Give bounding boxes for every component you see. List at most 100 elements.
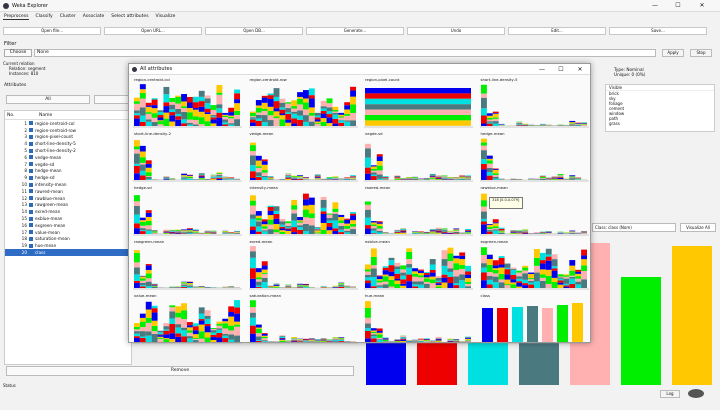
tab-select-attributes[interactable]: Select attributes <box>110 14 149 19</box>
attribute-checkbox[interactable] <box>29 148 33 153</box>
attribute-row[interactable]: 20 class <box>5 249 131 256</box>
histogram-panel[interactable]: class <box>479 293 591 347</box>
histogram-panel[interactable]: exgreen-mean <box>479 239 591 293</box>
attribute-checkbox[interactable] <box>29 182 33 187</box>
all-button[interactable]: All <box>6 95 90 104</box>
histogram-segment <box>331 176 338 178</box>
attribute-row[interactable]: 13 rawgreen-mean <box>5 202 131 209</box>
visualize-all-button[interactable]: Visualize All <box>680 223 716 232</box>
attribute-row[interactable]: 1 region-centroid-col <box>5 120 131 127</box>
attribute-row[interactable]: 17 value-mean <box>5 229 131 236</box>
attribute-checkbox[interactable] <box>29 168 33 173</box>
histogram-segment <box>151 105 158 109</box>
histogram-segment <box>302 90 309 99</box>
undo-button[interactable]: Undo <box>407 27 505 35</box>
attribute-row[interactable]: 9 hedge-sd <box>5 174 131 181</box>
open-db-button[interactable]: Open DB... <box>205 27 303 35</box>
apply-button[interactable]: Apply <box>662 49 684 57</box>
histogram-panel[interactable]: rawblue-mean <box>479 185 591 239</box>
attribute-row[interactable]: 5 short-line-density-2 <box>5 147 131 154</box>
attribute-row[interactable]: 18 saturation-mean <box>5 236 131 243</box>
histogram-panel[interactable]: region-centroid-col <box>132 77 244 131</box>
attribute-row[interactable]: 16 exgreen-mean <box>5 222 131 229</box>
attribute-row[interactable]: 6 vedge-mean <box>5 154 131 161</box>
attribute-row[interactable]: 3 region-pixel-count <box>5 134 131 141</box>
attribute-checkbox[interactable] <box>29 196 33 201</box>
maximize-button[interactable]: ☐ <box>668 0 688 12</box>
histogram-segment <box>441 231 448 233</box>
attribute-row[interactable]: 12 rawblue-mean <box>5 195 131 202</box>
histogram-segment <box>145 179 152 180</box>
filter-field[interactable]: None <box>34 49 656 57</box>
close-button[interactable]: ✕ <box>692 0 712 12</box>
minimize-button[interactable]: — <box>645 0 665 12</box>
histogram-panel[interactable]: exblue-mean <box>363 239 475 293</box>
histogram-panel[interactable]: rawgreen-mean <box>132 239 244 293</box>
histogram-panel[interactable]: region-pixel-count <box>363 77 475 131</box>
tab-associate[interactable]: Associate <box>82 14 106 19</box>
tab-preprocess[interactable]: Preprocess <box>3 14 30 20</box>
tab-classify[interactable]: Classify <box>34 14 53 19</box>
attribute-row[interactable]: 4 short-line-density-5 <box>5 140 131 147</box>
histogram-segment <box>498 228 505 231</box>
attribute-checkbox[interactable] <box>29 216 33 221</box>
attribute-row[interactable]: 14 exred-mean <box>5 208 131 215</box>
histogram-panel[interactable]: hedge-mean <box>479 131 591 185</box>
edit-button[interactable]: Edit... <box>508 27 606 35</box>
histogram-panel[interactable]: saturation-mean <box>248 293 360 347</box>
open-file-button[interactable]: Open file... <box>3 27 101 35</box>
attribute-row[interactable]: 2 region-centroid-row <box>5 127 131 134</box>
attribute-row[interactable]: 8 hedge-mean <box>5 168 131 175</box>
histogram-panel[interactable]: rawred-mean <box>363 185 475 239</box>
histogram-panel[interactable]: short-line-density-2 <box>132 131 244 185</box>
choose-filter-button[interactable]: Choose <box>4 49 32 57</box>
attribute-row[interactable]: 15 exblue-mean <box>5 215 131 222</box>
attribute-checkbox[interactable] <box>29 243 33 248</box>
histogram-panel[interactable]: vegde-sd <box>363 131 475 185</box>
attribute-checkbox[interactable] <box>29 209 33 214</box>
open-url-button[interactable]: Open URL... <box>104 27 202 35</box>
histogram-panel[interactable]: hue-mean <box>363 293 475 347</box>
attribute-checkbox[interactable] <box>29 202 33 207</box>
dialog-maximize-button[interactable]: ☐ <box>552 64 570 75</box>
attribute-checkbox[interactable] <box>29 175 33 180</box>
histogram-segment <box>480 145 487 151</box>
stop-button[interactable]: Stop <box>690 49 712 57</box>
histogram-segment <box>278 336 285 339</box>
log-button[interactable]: Log <box>660 390 680 398</box>
attribute-checkbox[interactable] <box>29 189 33 194</box>
attribute-checkbox[interactable] <box>29 236 33 241</box>
histogram-panel[interactable]: intensity-mean <box>248 185 360 239</box>
histogram-segment <box>175 306 182 313</box>
save-button[interactable]: Save... <box>609 27 707 35</box>
attribute-checkbox[interactable] <box>29 223 33 228</box>
attribute-checkbox[interactable] <box>29 230 33 235</box>
histogram-panel[interactable]: exred-mean <box>248 239 360 293</box>
attribute-checkbox[interactable] <box>29 155 33 160</box>
attribute-row[interactable]: 7 vegde-sd <box>5 161 131 168</box>
attribute-row[interactable]: 19 hue-mean <box>5 242 131 249</box>
attribute-row[interactable]: 10 intensity-mean <box>5 181 131 188</box>
generate-button[interactable]: Generate... <box>306 27 404 35</box>
tab-visualize[interactable]: Visualize <box>155 14 177 19</box>
remove-button[interactable]: Remove <box>6 366 354 376</box>
histogram-panel[interactable]: region-centroid-row <box>248 77 360 131</box>
histogram-panel[interactable]: hedge-sd <box>132 185 244 239</box>
dialog-minimize-button[interactable]: — <box>533 64 551 75</box>
attribute-checkbox[interactable] <box>29 141 33 146</box>
attribute-statistics[interactable]: Visible brick sky foliage cement window path g… <box>605 84 715 132</box>
histogram-panel[interactable]: short-line-density-5 <box>479 77 591 131</box>
tab-cluster[interactable]: Cluster <box>59 14 77 19</box>
attribute-checkbox[interactable] <box>29 134 33 139</box>
attribute-checkbox[interactable] <box>29 128 33 133</box>
attribute-table[interactable]: No. Name 1 region-centroid-col 2 region-cen… <box>4 110 132 365</box>
histogram-panel[interactable]: vedge-mean <box>248 131 360 185</box>
dialog-close-button[interactable]: ✕ <box>571 64 589 75</box>
class-select[interactable]: Class: class (Nom) <box>592 223 676 232</box>
histogram-segment <box>139 93 146 99</box>
attribute-row[interactable]: 11 rawred-mean <box>5 188 131 195</box>
histogram-panel[interactable]: value-mean <box>132 293 244 347</box>
attribute-checkbox[interactable] <box>29 162 33 167</box>
attribute-checkbox[interactable] <box>29 121 33 126</box>
attribute-checkbox[interactable] <box>29 250 33 255</box>
